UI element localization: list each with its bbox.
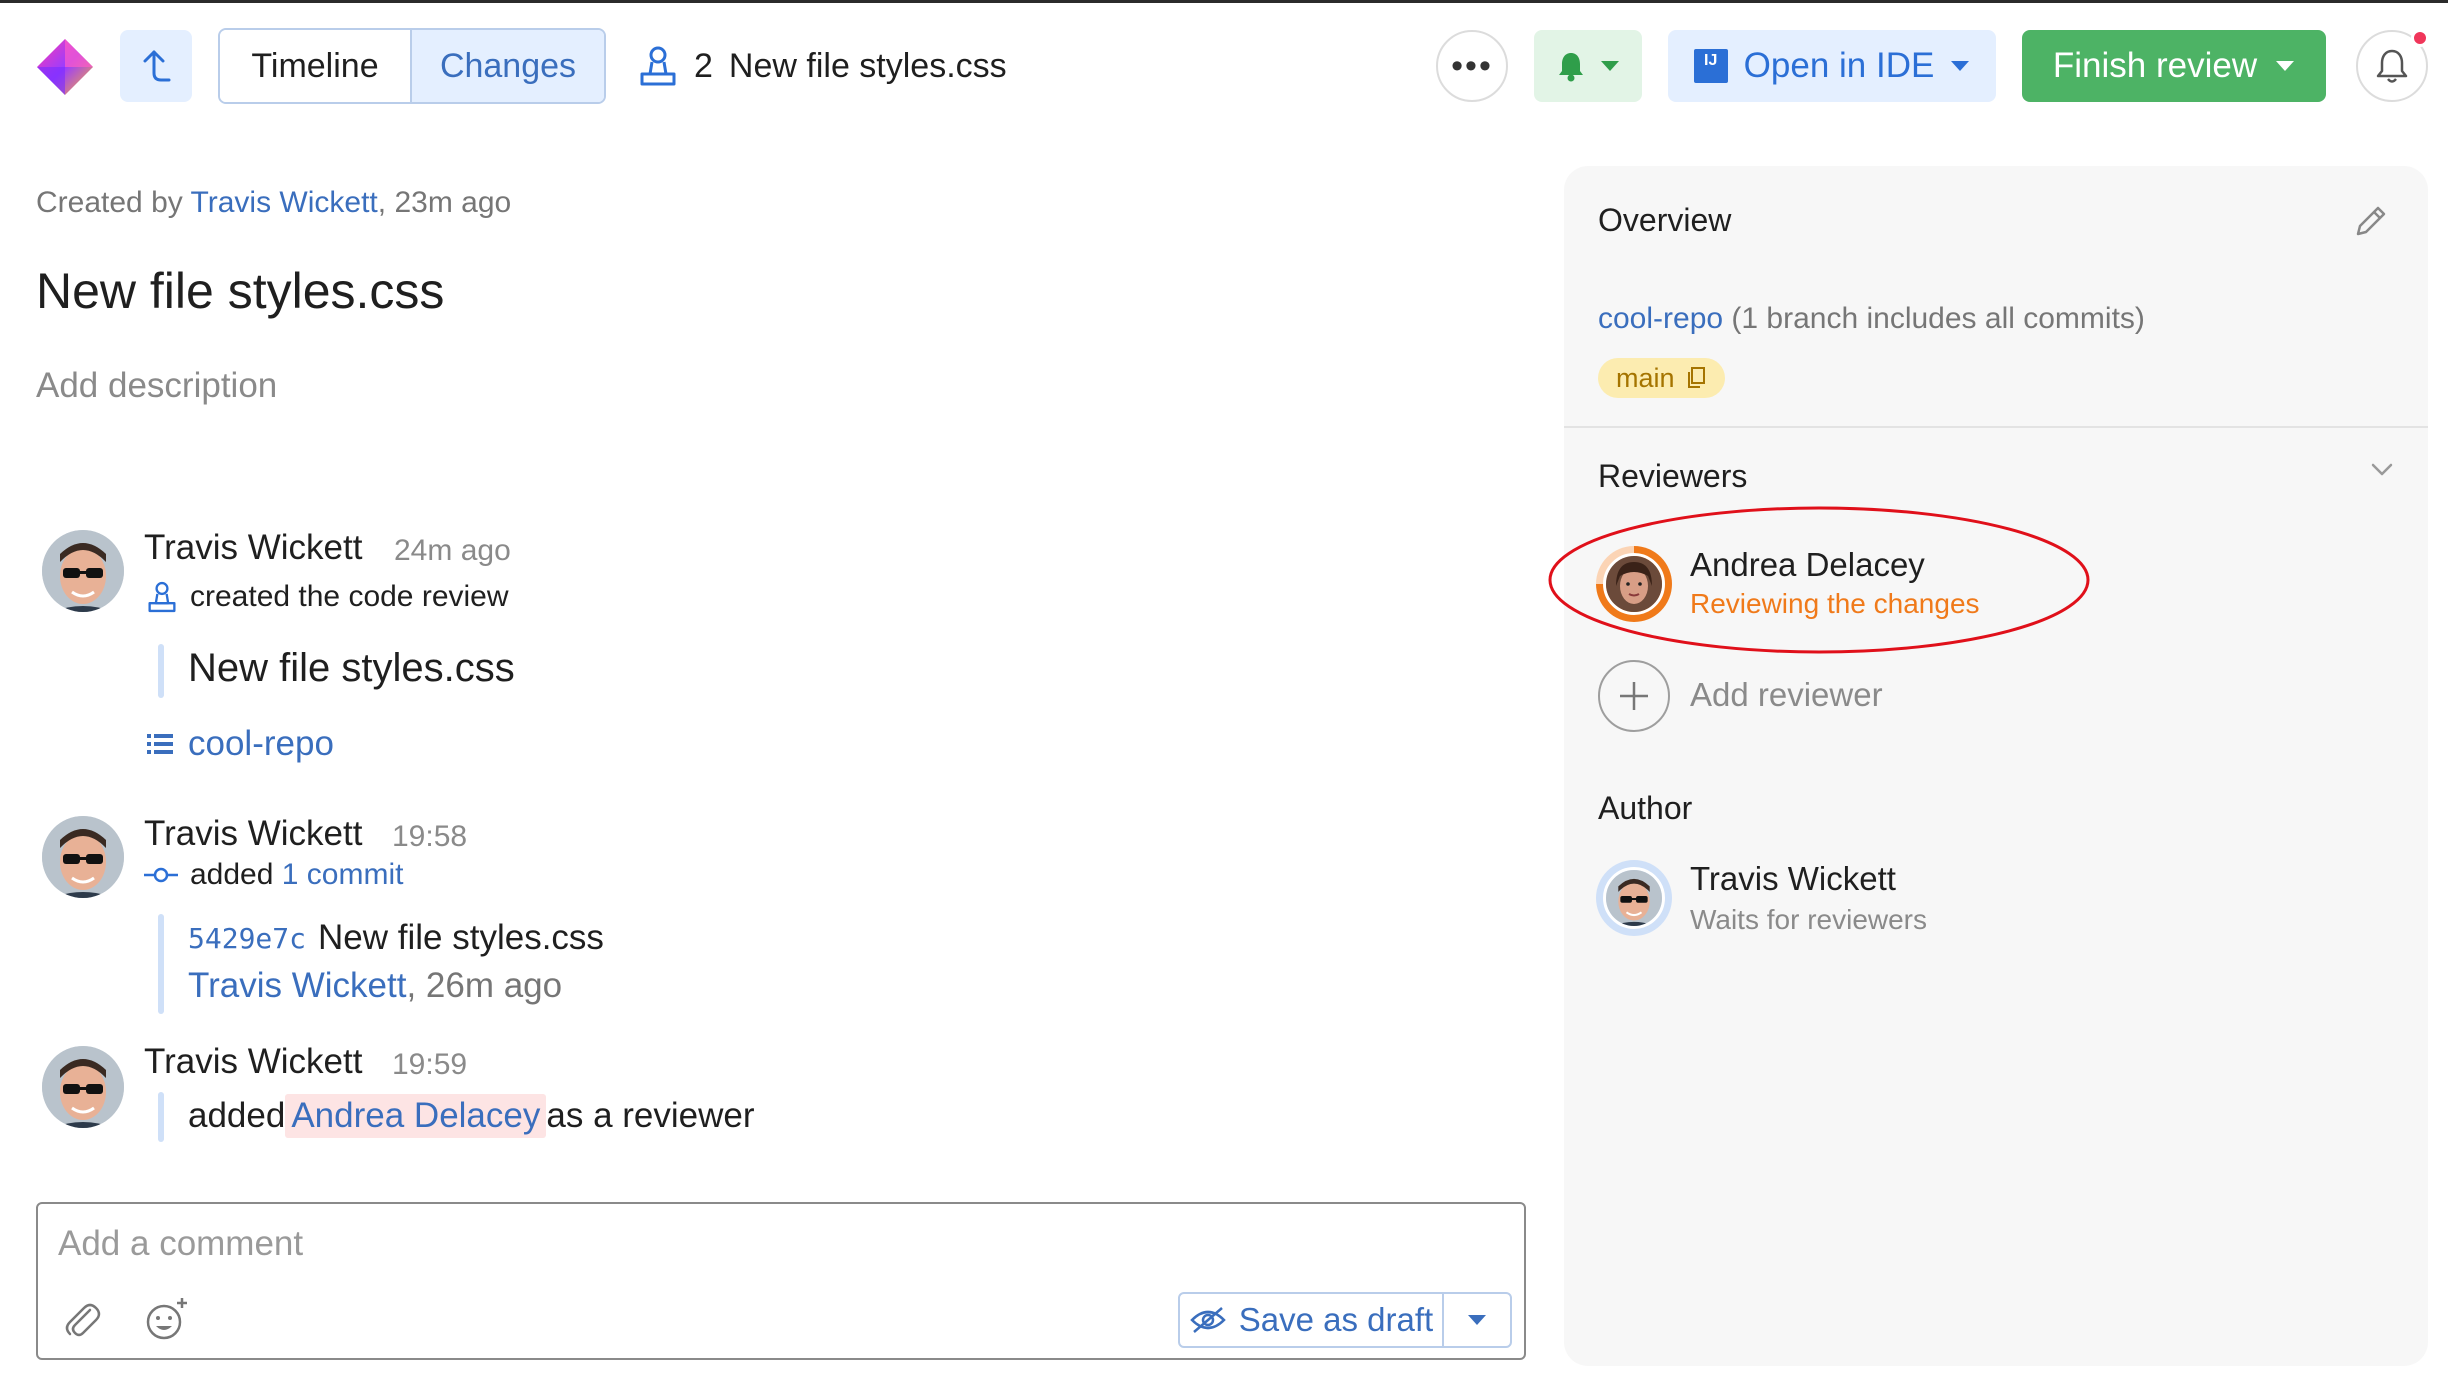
add-description-field[interactable]: Add description [36, 366, 277, 406]
branch-name: main [1616, 362, 1675, 393]
more-horizontal-icon: ••• [1451, 46, 1493, 85]
comment-placeholder[interactable]: Add a comment [58, 1224, 303, 1264]
caret-down-icon [1951, 61, 1970, 71]
intellij-icon: IJ [1693, 49, 1728, 83]
commit-count-link[interactable]: 1 commit [282, 858, 404, 891]
repository-icon [147, 734, 173, 754]
code-review-icon [640, 46, 676, 86]
commit-message: New file styles.css [318, 918, 604, 957]
event-action: created the code review [146, 580, 509, 614]
paperclip-icon[interactable] [62, 1298, 102, 1340]
event-action-text: added [188, 1096, 286, 1135]
notification-settings-button[interactable] [1534, 30, 1642, 102]
event-author[interactable]: Travis Wickett [144, 528, 362, 568]
commit-hash[interactable]: 5429e7c [188, 922, 306, 955]
event-author[interactable]: Travis Wickett [144, 814, 362, 854]
review-title: New file styles.css [728, 46, 1007, 85]
event-time: 19:58 [392, 820, 468, 853]
finish-review-label: Finish review [2052, 46, 2258, 85]
add-reviewer-button[interactable] [1598, 660, 1670, 732]
mentioned-user[interactable]: Andrea Delacey [285, 1094, 547, 1138]
commit-meta: Travis Wickett, 26m ago [188, 966, 562, 1006]
emoji-add-icon[interactable] [142, 1294, 192, 1344]
branch-badge[interactable]: main [1598, 358, 1725, 398]
author-avatar[interactable] [1596, 860, 1672, 936]
save-as-draft-label: Save as draft [1238, 1301, 1434, 1338]
tab-changes[interactable]: Changes [412, 30, 604, 102]
overview-repo-note: (1 branch includes all commits) [1723, 302, 2145, 335]
commit-author-link[interactable]: Travis Wickett [188, 966, 406, 1005]
notifications-button[interactable] [2356, 29, 2429, 102]
quote-bar [158, 914, 164, 1014]
add-reviewer-label[interactable]: Add reviewer [1690, 676, 1883, 714]
reviewers-heading: Reviewers [1598, 458, 1748, 494]
arrow-up-icon [143, 50, 171, 82]
commit-icon [144, 867, 178, 883]
avatar[interactable] [42, 530, 124, 612]
event-time: 19:59 [392, 1048, 468, 1081]
save-options-dropdown[interactable] [1444, 1294, 1510, 1346]
user-photo-icon [1606, 870, 1662, 926]
author-status: Waits for reviewers [1690, 904, 1928, 935]
quote-bar [158, 644, 164, 698]
more-options-button[interactable]: ••• [1436, 30, 1508, 102]
chevron-down-icon[interactable] [2370, 462, 2394, 478]
review-identifier: 2 New file styles.css [638, 42, 1007, 90]
event-time: 24m ago [394, 534, 511, 567]
commit-time: , 26m ago [406, 966, 563, 1005]
overview-heading: Overview [1598, 202, 1732, 238]
repo-name: cool-repo [188, 724, 334, 763]
pencil-icon[interactable] [2352, 202, 2390, 240]
created-by-line: Created by Travis Wickett, 23m ago [36, 186, 511, 220]
copy-icon[interactable] [1685, 366, 1707, 390]
finish-review-button[interactable]: Finish review [2022, 30, 2326, 102]
user-photo-icon [42, 816, 124, 898]
created-time: , 23m ago [377, 186, 512, 219]
eye-off-icon [1189, 1307, 1226, 1333]
author-name[interactable]: Travis Wickett [1690, 860, 1896, 898]
event-action-suffix: as a reviewer [546, 1096, 755, 1135]
page-title: New file styles.css [36, 263, 445, 319]
view-switcher: Timeline Changes [218, 28, 606, 104]
details-panel [1564, 166, 2428, 1366]
save-as-draft-main[interactable]: Save as draft [1180, 1294, 1444, 1346]
review-number: 2 [694, 46, 713, 85]
user-photo-icon [42, 1046, 124, 1128]
save-as-draft-button[interactable]: Save as draft [1178, 1292, 1512, 1348]
event-action: added 1 commit [144, 858, 403, 892]
event-author[interactable]: Travis Wickett [144, 1042, 362, 1082]
open-in-ide-button[interactable]: IJ Open in IDE [1668, 30, 1996, 102]
avatar[interactable] [42, 1046, 124, 1128]
tab-timeline[interactable]: Timeline [220, 30, 412, 102]
caret-down-icon [1601, 61, 1619, 71]
comment-editor[interactable]: Add a comment Save as draft [36, 1202, 1526, 1360]
bell-filled-icon [1559, 53, 1583, 82]
repo-link[interactable]: cool-repo [146, 724, 334, 764]
event-action-text: created the code review [190, 580, 509, 613]
caret-down-icon [1468, 1315, 1486, 1325]
quoted-title: New file styles.css [188, 646, 515, 690]
window-top-border [0, 0, 2448, 3]
overview-repo-link[interactable]: cool-repo [1598, 302, 1723, 335]
space-logo-icon[interactable] [34, 36, 96, 98]
overview-repo-line: cool-repo (1 branch includes all commits… [1598, 302, 2145, 336]
event-action: added Andrea Delacey as a reviewer [188, 1094, 755, 1138]
created-prefix: Created by [36, 186, 191, 219]
go-up-button[interactable] [120, 30, 192, 102]
plus-icon [1620, 682, 1648, 710]
user-photo-icon [42, 530, 124, 612]
panel-divider [1564, 426, 2428, 428]
avatar[interactable] [42, 816, 124, 898]
commit-row[interactable]: 5429e7c New file styles.css [188, 918, 604, 958]
open-in-ide-label: Open in IDE [1743, 46, 1935, 85]
created-author-link[interactable]: Travis Wickett [191, 186, 378, 219]
author-heading: Author [1598, 790, 1693, 826]
annotation-ellipse [1548, 506, 2090, 654]
quote-bar [158, 1092, 164, 1142]
event-action-text: added [190, 858, 282, 891]
bell-icon [2376, 49, 2408, 83]
code-review-icon [148, 581, 176, 613]
caret-down-icon [2276, 61, 2295, 71]
unread-indicator [2411, 29, 2429, 47]
